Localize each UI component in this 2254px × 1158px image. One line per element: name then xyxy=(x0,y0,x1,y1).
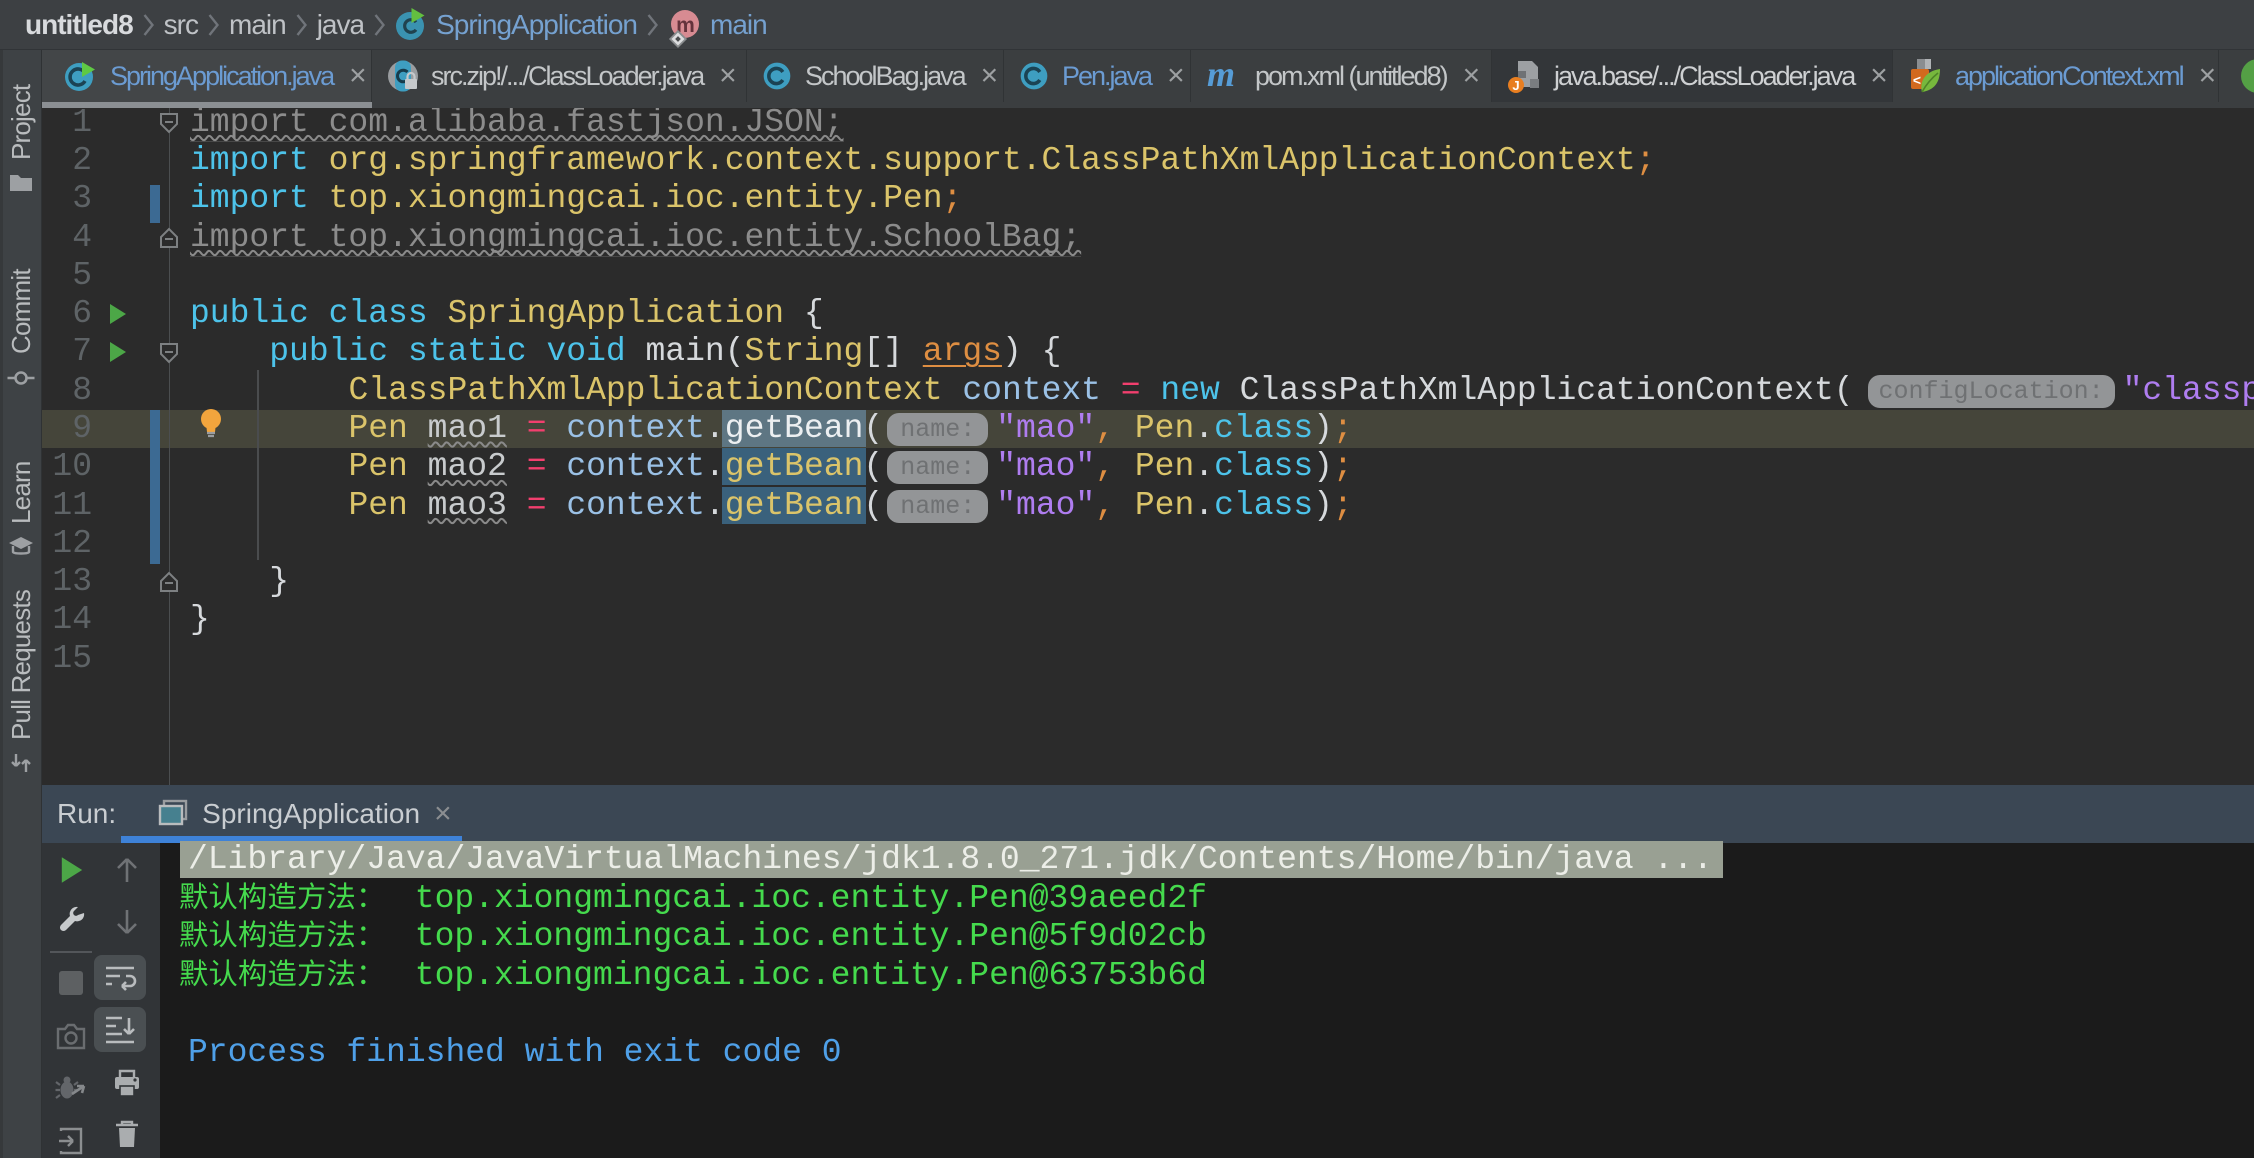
svg-text:J: J xyxy=(1512,78,1519,93)
svg-text:<: < xyxy=(1913,72,1921,88)
svg-text:m: m xyxy=(1207,59,1235,93)
